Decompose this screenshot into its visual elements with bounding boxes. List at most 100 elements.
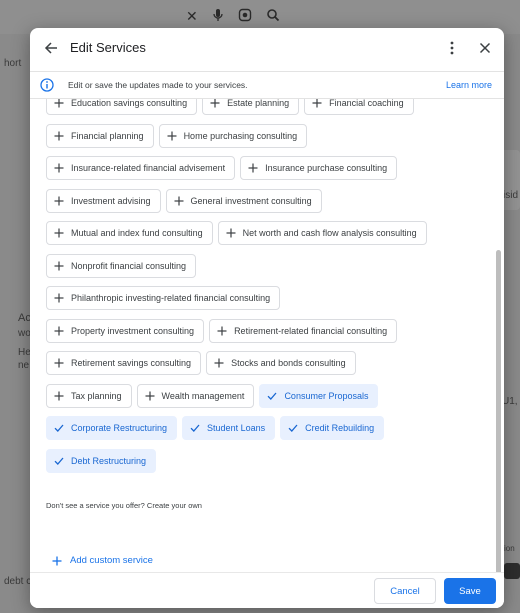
service-chip[interactable]: Property investment consulting	[46, 318, 205, 343]
learn-more-link[interactable]: Learn more	[446, 80, 492, 90]
plus-icon	[54, 228, 64, 238]
service-chip-row: Nonprofit financial consulting	[46, 253, 486, 278]
service-chip-label: Consumer Proposals	[284, 390, 369, 401]
dialog-header: Edit Services	[30, 28, 504, 68]
add-custom-service-button[interactable]: Add custom service	[52, 555, 153, 566]
service-chip-label: Mutual and index fund consulting	[71, 228, 203, 238]
plus-icon	[54, 196, 64, 206]
service-chip[interactable]: Credit Rebuilding	[280, 416, 385, 440]
close-button[interactable]	[474, 37, 496, 59]
service-chip[interactable]: Retirement-related financial consulting	[209, 318, 398, 343]
service-chip[interactable]: Wealth management	[136, 383, 255, 408]
service-chip-label: Insurance purchase consulting	[265, 163, 388, 173]
service-chip-label: Estate planning	[227, 99, 290, 108]
service-chip[interactable]: Consumer Proposals	[259, 383, 379, 408]
service-chip-label: Nonprofit financial consulting	[71, 260, 187, 271]
service-chip[interactable]: Retirement savings consulting	[46, 351, 202, 375]
service-chip-label: Student Loans	[207, 423, 266, 433]
close-icon	[479, 42, 491, 54]
plus-icon	[214, 358, 224, 368]
service-chip-label: Wealth management	[161, 390, 245, 401]
service-chip[interactable]: Net worth and cash flow analysis consult…	[217, 221, 427, 245]
background-text: hort	[4, 58, 22, 69]
service-chip[interactable]: Debt Restructuring	[46, 448, 157, 473]
service-chip-label: Corporate Restructuring	[71, 423, 168, 433]
service-chip[interactable]: Mutual and index fund consulting	[46, 221, 213, 245]
service-chip[interactable]: Investment advising	[46, 188, 161, 213]
service-chip-row: Education savings consulting Estate plann…	[46, 99, 486, 115]
plus-icon	[312, 99, 322, 108]
service-chip-label: Investment advising	[71, 195, 151, 206]
service-chip-label: Financial planning	[71, 130, 144, 141]
service-chip-row: Retirement savings consulting Stocks and …	[46, 351, 486, 375]
background-text: ion	[504, 544, 515, 553]
service-chip-row: Insurance-related financial advisement In…	[46, 156, 486, 180]
service-chip[interactable]: Financial coaching	[304, 99, 414, 115]
service-chip-label: Retirement savings consulting	[71, 358, 192, 368]
background-text: ne	[18, 360, 30, 371]
background-text: Ac	[18, 312, 31, 324]
microphone-icon	[212, 8, 224, 25]
service-chip[interactable]: Insurance-related financial advisement	[46, 156, 236, 180]
back-button[interactable]	[40, 37, 62, 59]
edit-services-dialog: Edit Services Edit or save the updates m…	[30, 28, 504, 608]
clear-icon: ✕	[186, 8, 198, 24]
service-chip[interactable]: Estate planning	[202, 99, 300, 115]
service-chips: Education savings consulting Estate plann…	[46, 99, 486, 481]
plus-icon	[248, 163, 258, 173]
arrow-left-icon	[44, 42, 57, 54]
service-chip-row: Debt Restructuring	[46, 448, 486, 473]
scrollbar-thumb[interactable]	[496, 250, 501, 580]
service-chip[interactable]: Financial planning	[46, 123, 154, 148]
service-chip-label: Net worth and cash flow analysis consult…	[242, 228, 417, 238]
services-scroll-area[interactable]: Education savings consulting Estate plann…	[30, 99, 504, 569]
save-button[interactable]: Save	[444, 578, 496, 604]
checkmark-icon	[54, 423, 64, 433]
checkmark-icon	[267, 391, 277, 401]
service-chip-row: Corporate Restructuring Student Loans Cred…	[46, 416, 486, 440]
background-text: He	[18, 347, 31, 358]
service-chip-row: Property investment consulting Retirement…	[46, 318, 486, 343]
service-chip[interactable]: Insurance purchase consulting	[240, 156, 398, 180]
service-chip-row: Mutual and index fund consulting Net wort…	[46, 221, 486, 245]
service-chip[interactable]: Nonprofit financial consulting	[46, 253, 197, 278]
background-button	[504, 563, 520, 579]
search-icon	[266, 8, 280, 25]
checkmark-icon	[288, 423, 298, 433]
lens-icon	[238, 8, 252, 25]
background-text: U1,	[502, 396, 518, 407]
service-chip-label: Education savings consulting	[71, 99, 188, 108]
plus-icon	[145, 391, 155, 401]
plus-icon	[54, 326, 64, 336]
service-chip-label: General investment consulting	[190, 195, 312, 206]
service-chip[interactable]: Corporate Restructuring	[46, 416, 178, 440]
plus-icon	[167, 131, 177, 141]
service-chip-label: Property investment consulting	[71, 325, 195, 336]
service-chip-label: Financial coaching	[329, 99, 404, 108]
plus-icon	[54, 358, 64, 368]
service-chip[interactable]: Home purchasing consulting	[158, 123, 308, 148]
service-chip-row: Tax planning Wealth management Consumer Pr…	[46, 383, 486, 408]
service-chip-label: Insurance-related financial advisement	[71, 163, 226, 173]
service-chip[interactable]: Tax planning	[46, 383, 132, 408]
plus-icon	[54, 99, 64, 108]
service-chip[interactable]: Student Loans	[182, 416, 276, 440]
service-chip-label: Tax planning	[71, 390, 122, 401]
info-text: Edit or save the updates made to your se…	[68, 80, 248, 90]
plus-icon	[226, 228, 236, 238]
more-options-button[interactable]	[442, 37, 462, 59]
plus-icon	[54, 293, 64, 303]
service-chip-row: Financial planning Home purchasing consul…	[46, 123, 486, 148]
plus-icon	[217, 326, 227, 336]
service-chip[interactable]: General investment consulting	[165, 188, 322, 213]
plus-icon	[52, 556, 62, 566]
service-chip[interactable]: Philanthropic investing-related financia…	[46, 286, 281, 310]
background-text: isid	[503, 190, 519, 201]
service-chip[interactable]: Stocks and bonds consulting	[206, 351, 356, 375]
cancel-button[interactable]: Cancel	[374, 578, 436, 604]
service-chip-label: Debt Restructuring	[71, 455, 147, 466]
checkmark-icon	[190, 423, 200, 433]
info-bar: Edit or save the updates made to your se…	[30, 71, 504, 99]
background-text: debt c	[4, 576, 32, 587]
service-chip[interactable]: Education savings consulting	[46, 99, 198, 115]
